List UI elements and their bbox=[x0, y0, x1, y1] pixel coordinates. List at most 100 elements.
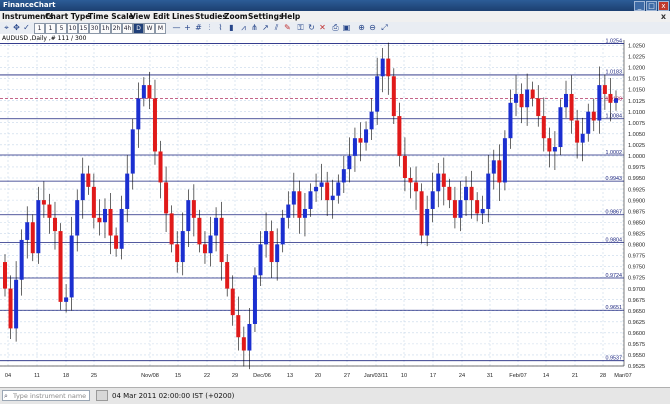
menu-help[interactable]: Help bbox=[281, 11, 300, 22]
candle-body[interactable] bbox=[614, 98, 618, 103]
candle-body[interactable] bbox=[275, 244, 280, 263]
timeframe-daily[interactable]: D bbox=[133, 23, 144, 34]
candle-body[interactable] bbox=[297, 191, 302, 218]
save-icon[interactable]: ▣ bbox=[342, 24, 351, 32]
candle-body[interactable] bbox=[119, 208, 124, 249]
candle-body[interactable] bbox=[391, 76, 396, 117]
candle-body[interactable] bbox=[236, 315, 241, 338]
candle-body[interactable] bbox=[352, 138, 357, 156]
cursor-tool-icon[interactable]: ⌖ bbox=[2, 24, 11, 32]
candle-body[interactable] bbox=[14, 279, 19, 329]
candle-body[interactable] bbox=[108, 208, 113, 236]
candle-body[interactable] bbox=[469, 186, 474, 201]
candle-body[interactable] bbox=[280, 217, 285, 245]
candle-body[interactable] bbox=[252, 275, 257, 324]
candle-body[interactable] bbox=[291, 191, 296, 205]
candle-body[interactable] bbox=[375, 76, 380, 112]
candle-body[interactable] bbox=[397, 116, 402, 156]
menu-chart-type[interactable]: Chart Type bbox=[45, 11, 90, 22]
candle-body[interactable] bbox=[341, 169, 346, 183]
candle-body[interactable] bbox=[530, 89, 535, 99]
candle-body[interactable] bbox=[552, 147, 557, 152]
candle-body[interactable] bbox=[158, 151, 163, 183]
minimize-button[interactable]: _ bbox=[634, 1, 645, 11]
print-icon[interactable]: ⎙ bbox=[331, 24, 340, 32]
line-chart-icon[interactable]: ⌇ bbox=[216, 24, 225, 32]
candle-body[interactable] bbox=[247, 323, 252, 351]
candle-body[interactable] bbox=[419, 191, 424, 236]
candle-body[interactable] bbox=[86, 173, 91, 187]
candle-icon[interactable]: ▮ bbox=[227, 24, 236, 32]
menu-time-scale[interactable]: Time Scale bbox=[88, 11, 134, 22]
candle-body[interactable] bbox=[36, 200, 41, 254]
timeframe-1[interactable]: 1 bbox=[34, 23, 45, 34]
candle-body[interactable] bbox=[536, 98, 541, 117]
candle-body[interactable] bbox=[208, 235, 213, 254]
candle-body[interactable] bbox=[164, 182, 169, 214]
candle-body[interactable] bbox=[308, 191, 313, 209]
candle-body[interactable] bbox=[286, 204, 291, 218]
candle-body[interactable] bbox=[602, 85, 607, 94]
candle-body[interactable] bbox=[547, 138, 552, 152]
candle-body[interactable] bbox=[169, 213, 174, 245]
timeframe-1b[interactable]: 1 bbox=[45, 23, 56, 34]
fan-icon[interactable]: ⩘ bbox=[239, 24, 248, 32]
candle-body[interactable] bbox=[264, 231, 269, 245]
candle-body[interactable] bbox=[364, 129, 369, 143]
candle-body[interactable] bbox=[25, 222, 30, 240]
candle-body[interactable] bbox=[214, 217, 219, 236]
candle-body[interactable] bbox=[402, 155, 407, 179]
candle-body[interactable] bbox=[230, 288, 235, 316]
timeframe-4h[interactable]: 4h bbox=[122, 23, 133, 34]
candle-body[interactable] bbox=[502, 138, 507, 183]
candle-body[interactable] bbox=[64, 297, 69, 302]
candle-body[interactable] bbox=[147, 85, 152, 99]
candle-body[interactable] bbox=[19, 239, 24, 280]
candle-body[interactable] bbox=[125, 173, 130, 209]
candle-body[interactable] bbox=[91, 186, 96, 218]
candle-body[interactable] bbox=[580, 133, 585, 143]
crosshair-icon[interactable]: + bbox=[183, 24, 192, 32]
close-button[interactable]: x bbox=[658, 1, 669, 11]
delete-lines-icon[interactable]: ✎ bbox=[283, 24, 292, 32]
chart-close-icon[interactable]: x bbox=[661, 12, 666, 21]
candle-body[interactable] bbox=[69, 235, 74, 298]
candle-body[interactable] bbox=[258, 244, 263, 276]
menu-view[interactable]: View bbox=[130, 11, 150, 22]
candle-body[interactable] bbox=[52, 217, 57, 232]
candle-body[interactable] bbox=[97, 217, 102, 223]
candle-body[interactable] bbox=[597, 85, 602, 121]
candle-body[interactable] bbox=[591, 111, 596, 121]
candle-body[interactable] bbox=[102, 208, 107, 223]
candle-body[interactable] bbox=[486, 173, 491, 209]
candle-body[interactable] bbox=[269, 231, 274, 263]
candle-body[interactable] bbox=[347, 155, 352, 170]
refresh-icon[interactable]: ↻ bbox=[307, 24, 316, 32]
channel-icon[interactable]: ⫽ bbox=[272, 24, 281, 32]
candle-body[interactable] bbox=[508, 102, 513, 139]
candle-body[interactable] bbox=[436, 173, 441, 192]
candle-body[interactable] bbox=[480, 208, 485, 214]
candle-body[interactable] bbox=[141, 85, 146, 99]
candle-body[interactable] bbox=[414, 182, 419, 192]
candle-body[interactable] bbox=[8, 288, 13, 329]
zoom-fit-icon[interactable]: ⤢ bbox=[380, 24, 389, 32]
maximize-button[interactable]: □ bbox=[646, 1, 657, 11]
candle-body[interactable] bbox=[358, 138, 363, 143]
chart-area[interactable]: 1.0250 1.0225 1.0200 1.0175 1.0150 1.0125 1.01… bbox=[0, 34, 670, 387]
candle-body[interactable] bbox=[447, 186, 452, 201]
candle-body[interactable] bbox=[114, 235, 119, 249]
fibonacci-icon[interactable]: ⋔ bbox=[250, 24, 259, 32]
candle-body[interactable] bbox=[475, 200, 480, 214]
candle-body[interactable] bbox=[152, 98, 157, 152]
candle-body[interactable] bbox=[369, 111, 374, 130]
scroll-handle[interactable] bbox=[96, 390, 108, 401]
candle-body[interactable] bbox=[202, 244, 207, 254]
candle-body[interactable] bbox=[30, 222, 35, 254]
instrument-search-input[interactable]: ⌕ Type instrument name bbox=[2, 390, 90, 401]
grid-icon[interactable]: # bbox=[194, 24, 203, 32]
candle-body[interactable] bbox=[191, 200, 196, 218]
timeframe-2h[interactable]: 2h bbox=[111, 23, 122, 34]
horizontal-line-icon[interactable]: — bbox=[172, 24, 181, 32]
timeframe-1h[interactable]: 1h bbox=[100, 23, 111, 34]
